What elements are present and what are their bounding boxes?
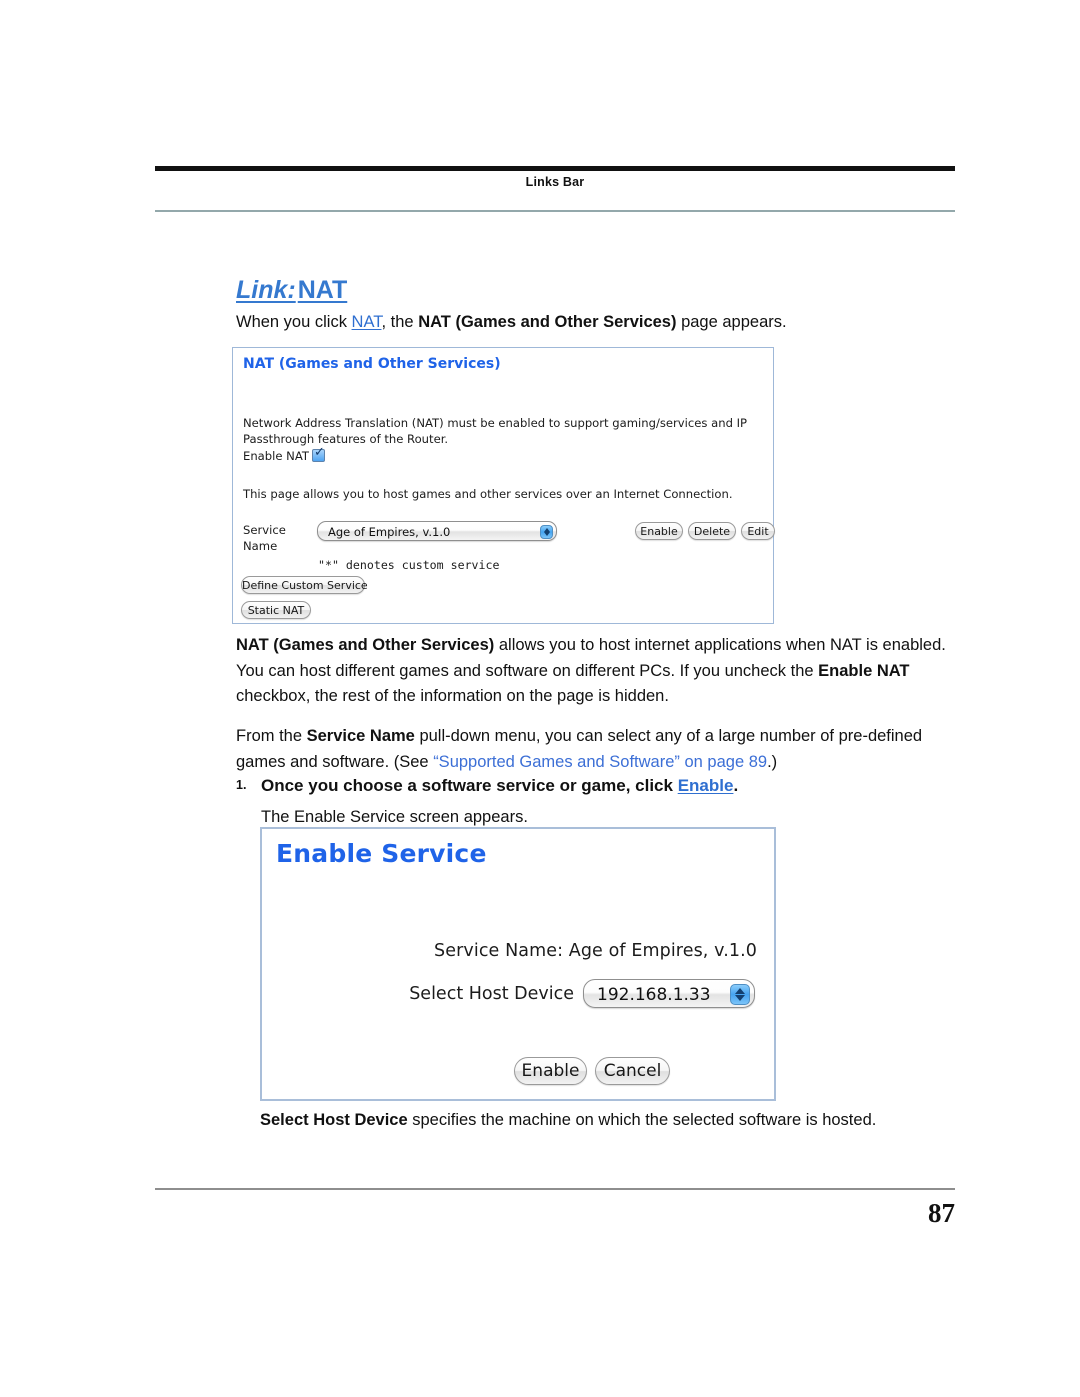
nat-panel-title: NAT (Games and Other Services) (243, 356, 501, 372)
service-para-text-1: From the (236, 727, 307, 745)
nat-explanation-bold-1: NAT (Games and Other Services) (236, 636, 495, 654)
step-number: 1. (236, 778, 247, 792)
select-host-device-label: Select Host Device (409, 984, 574, 1004)
nat-explanation-text-2: checkbox, the rest of the information on… (236, 687, 669, 705)
step-title-text-1: Once you choose a software service or ga… (261, 776, 678, 795)
nat-edit-button[interactable]: Edit (741, 522, 775, 540)
header-rule-top (155, 166, 955, 171)
stepper-arrows-icon[interactable] (730, 983, 750, 1005)
cross-reference-link[interactable]: “Supported Games and Software” on page 8… (433, 753, 767, 771)
stepper-arrows-icon[interactable] (540, 524, 553, 539)
arrow-up-icon (735, 987, 745, 994)
step-body: The Enable Service screen appears. (261, 808, 528, 826)
nat-enable-button[interactable]: Enable (635, 522, 683, 540)
host-para-text: specifies the machine on which the selec… (407, 1111, 877, 1129)
step-title-text-2: . (733, 776, 739, 795)
service-name-select[interactable]: Age of Empires, v.1.0 (317, 521, 557, 541)
check-icon: ✓ (314, 445, 325, 460)
running-head: Links Bar (525, 175, 585, 189)
nat-delete-button[interactable]: Delete (688, 522, 736, 540)
nat-explanation-bold-2: Enable NAT (818, 661, 910, 680)
enable-link[interactable]: Enable (678, 776, 734, 795)
intro-text-3: page appears. (676, 313, 787, 331)
host-device-paragraph: Select Host Device specifies the machine… (260, 1108, 960, 1134)
select-host-device-select[interactable]: 192.168.1.33 (583, 979, 755, 1008)
page-title-name: NAT (297, 276, 348, 304)
intro-bold: NAT (Games and Other Services) (418, 313, 677, 331)
service-para-text-3: .) (767, 752, 778, 771)
host-para-bold: Select Host Device (260, 1111, 408, 1129)
nat-explanation-paragraph: NAT (Games and Other Services) allows yo… (236, 633, 948, 710)
intro-text-2: , the (381, 313, 419, 331)
service-name-paragraph: From the Service Name pull-down menu, yo… (236, 724, 936, 775)
service-name-value: Age of Empires, v.1.0 (328, 525, 451, 539)
document-page: Links Bar Link:NAT When you click NAT, t… (0, 0, 1080, 1397)
nat-description: Network Address Translation (NAT) must b… (243, 416, 748, 446)
enable-service-cancel-button[interactable]: Cancel (595, 1057, 670, 1085)
static-nat-button[interactable]: Static NAT (241, 601, 311, 619)
custom-service-note: "*" denotes custom service (318, 558, 500, 572)
enable-service-name-text: Service Name: Age of Empires, v.1.0 (434, 941, 757, 961)
arrow-down-icon (543, 531, 550, 536)
nat-link[interactable]: NAT (352, 313, 382, 331)
host-device-value: 192.168.1.33 (597, 985, 711, 1005)
enable-service-screenshot-panel: Enable Service Service Name: Age of Empi… (260, 827, 776, 1101)
step-title: Once you choose a software service or ga… (261, 774, 966, 798)
define-custom-service-button[interactable]: Define Custom Service (241, 576, 368, 594)
intro-paragraph: When you click NAT, the NAT (Games and O… (236, 310, 976, 336)
page-number: 87 (928, 1198, 955, 1228)
header-rule-bottom (155, 210, 955, 212)
enable-service-panel-title: Enable Service (276, 839, 487, 868)
enable-nat-checkbox[interactable]: ✓ (312, 445, 325, 462)
enable-service-enable-button[interactable]: Enable (514, 1057, 587, 1085)
footer-rule (155, 1188, 955, 1190)
page-title: Link:NAT (236, 276, 347, 305)
nat-host-description: This page allows you to host games and o… (243, 487, 733, 501)
nat-screenshot-panel: NAT (Games and Other Services) Network A… (232, 347, 775, 624)
arrow-down-icon (735, 994, 745, 1001)
intro-text-1: When you click (236, 313, 352, 331)
service-name-label: Service Name (243, 523, 286, 553)
enable-nat-label: Enable NAT (243, 449, 309, 463)
numbered-step: 1. Once you choose a software service or… (236, 774, 966, 829)
page-title-prefix: Link: (236, 276, 296, 304)
service-para-bold: Service Name (306, 727, 415, 745)
